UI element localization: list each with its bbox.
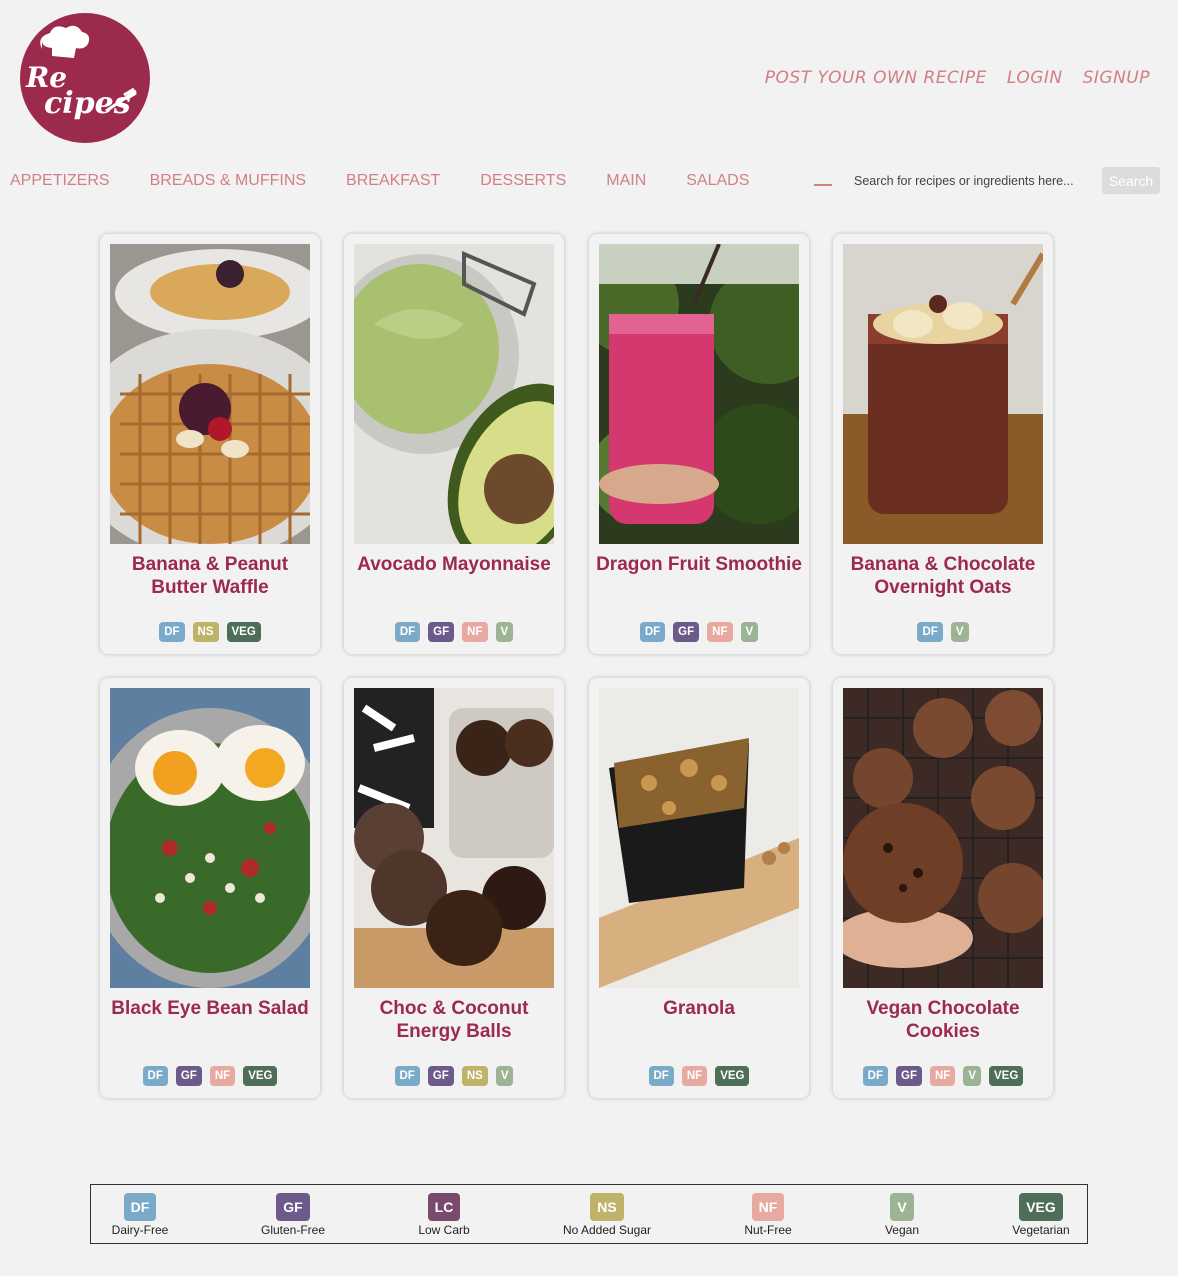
tag-ns: NS xyxy=(192,622,219,642)
tag-gf: GF xyxy=(175,1066,202,1086)
tag-df: DF xyxy=(862,1066,889,1086)
tag-nf: NF xyxy=(930,1066,956,1086)
category-breads-muffins[interactable]: BREADS & MUFFINS xyxy=(150,172,306,190)
legend-item-df: DF Dairy-Free xyxy=(80,1193,200,1237)
tag-df: DF xyxy=(142,1066,168,1086)
legend-tag-veg: VEG xyxy=(1019,1193,1063,1221)
tag-legend: DF Dairy-Free GF Gluten-Free LC Low Carb… xyxy=(90,1184,1088,1244)
recipe-photo-energy-balls[interactable] xyxy=(354,688,554,988)
category-desserts[interactable]: DESSERTS xyxy=(480,172,566,190)
chef-hat-logo-icon: Re cipes xyxy=(25,25,137,121)
tag-veg: VEG xyxy=(243,1066,278,1086)
recipe-title[interactable]: Banana & Chocolate Overnight Oats xyxy=(839,553,1047,599)
recipe-tags: DF GF NS V xyxy=(344,1066,564,1086)
recipe-card[interactable]: Banana & Chocolate Overnight Oats DF V xyxy=(833,234,1053,654)
recipe-photo-oats[interactable] xyxy=(843,244,1043,544)
legend-item-v: V Vegan xyxy=(842,1193,962,1237)
recipe-photo-waffle[interactable] xyxy=(110,244,310,544)
recipe-card[interactable]: Vegan Chocolate Cookies DF GF NF V VEG xyxy=(833,678,1053,1098)
tag-df: DF xyxy=(394,622,421,642)
recipe-card[interactable]: Dragon Fruit Smoothie DF GF NF V xyxy=(589,234,809,654)
tag-v: V xyxy=(740,622,759,642)
recipe-card[interactable]: Granola DF NF VEG xyxy=(589,678,809,1098)
tag-nf: NF xyxy=(209,1066,236,1086)
account-nav: POST YOUR OWN RECIPE LOGIN SIGNUP xyxy=(765,68,1150,88)
recipe-photo-smoothie[interactable] xyxy=(599,244,799,544)
search-input[interactable] xyxy=(846,168,1094,194)
category-main[interactable]: MAIN xyxy=(606,172,646,190)
recipe-title[interactable]: Dragon Fruit Smoothie xyxy=(595,553,803,576)
legend-tag-lc: LC xyxy=(427,1193,461,1221)
signup-link[interactable]: SIGNUP xyxy=(1083,68,1150,88)
tag-df: DF xyxy=(639,622,666,642)
nav-divider xyxy=(814,184,832,186)
recipe-card[interactable]: Banana & Peanut Butter Waffle DF NS VEG xyxy=(100,234,320,654)
category-nav: APPETIZERS BREADS & MUFFINS BREAKFAST DE… xyxy=(10,172,749,190)
recipe-photo-granola[interactable] xyxy=(599,688,799,988)
tag-nf: NF xyxy=(462,622,488,642)
legend-label: Vegetarian xyxy=(1012,1223,1070,1237)
legend-label: Low Carb xyxy=(418,1223,470,1237)
recipe-tags: DF V xyxy=(833,622,1053,642)
recipe-card[interactable]: Black Eye Bean Salad DF GF NF VEG xyxy=(100,678,320,1098)
legend-item-ns: NS No Added Sugar xyxy=(547,1193,667,1237)
recipe-tags: DF NF VEG xyxy=(589,1066,809,1086)
recipe-title[interactable]: Granola xyxy=(595,997,803,1020)
legend-tag-ns: NS xyxy=(590,1193,624,1221)
legend-tag-v: V xyxy=(890,1193,914,1221)
legend-label: Vegan xyxy=(884,1223,920,1237)
legend-tag-gf: GF xyxy=(276,1193,310,1221)
legend-label: Dairy-Free xyxy=(111,1223,169,1237)
tag-df: DF xyxy=(917,622,943,642)
tag-gf: GF xyxy=(896,1066,922,1086)
legend-tag-nf: NF xyxy=(751,1193,785,1221)
recipe-tags: DF GF NF VEG xyxy=(100,1066,320,1086)
tag-gf: GF xyxy=(673,622,700,642)
tag-ns: NS xyxy=(461,1066,488,1086)
recipe-title[interactable]: Avocado Mayonnaise xyxy=(350,553,558,576)
recipe-tags: DF GF NF V xyxy=(344,622,564,642)
tag-gf: GF xyxy=(428,622,455,642)
tag-nf: NF xyxy=(681,1066,708,1086)
legend-item-veg: VEG Vegetarian xyxy=(981,1193,1101,1237)
recipe-photo-avocado[interactable] xyxy=(354,244,554,544)
legend-label: Nut-Free xyxy=(744,1223,792,1237)
category-salads[interactable]: SALADS xyxy=(686,172,749,190)
recipe-title[interactable]: Black Eye Bean Salad xyxy=(106,997,314,1020)
tag-v: V xyxy=(950,622,969,642)
recipe-title[interactable]: Banana & Peanut Butter Waffle xyxy=(106,553,314,599)
recipe-title[interactable]: Vegan Chocolate Cookies xyxy=(839,997,1047,1043)
tag-df: DF xyxy=(648,1066,674,1086)
recipe-title[interactable]: Choc & Coconut Energy Balls xyxy=(350,997,558,1043)
category-appetizers[interactable]: APPETIZERS xyxy=(10,172,110,190)
tag-nf: NF xyxy=(707,622,733,642)
legend-item-lc: LC Low Carb xyxy=(384,1193,504,1237)
legend-item-nf: NF Nut-Free xyxy=(708,1193,828,1237)
legend-label: No Added Sugar xyxy=(562,1223,652,1237)
recipe-tags: DF GF NF V xyxy=(589,622,809,642)
tag-df: DF xyxy=(159,622,185,642)
recipe-photo-salad[interactable] xyxy=(110,688,310,988)
tag-v: V xyxy=(963,1066,982,1086)
tag-v: V xyxy=(495,1066,514,1086)
login-link[interactable]: LOGIN xyxy=(1007,68,1063,88)
category-breakfast[interactable]: BREAKFAST xyxy=(346,172,440,190)
recipe-tags: DF GF NF V VEG xyxy=(833,1066,1053,1086)
tag-gf: GF xyxy=(427,1066,454,1086)
recipe-card[interactable]: Avocado Mayonnaise DF GF NF V xyxy=(344,234,564,654)
tag-v: V xyxy=(495,622,514,642)
tag-veg: VEG xyxy=(226,622,261,642)
legend-tag-df: DF xyxy=(123,1193,157,1221)
search-button[interactable]: Search xyxy=(1102,167,1160,194)
tag-veg: VEG xyxy=(989,1066,1024,1086)
recipe-photo-cookies[interactable] xyxy=(843,688,1043,988)
tag-df: DF xyxy=(394,1066,420,1086)
legend-item-gf: GF Gluten-Free xyxy=(233,1193,353,1237)
legend-label: Gluten-Free xyxy=(260,1223,326,1237)
tag-veg: VEG xyxy=(715,1066,750,1086)
site-logo[interactable]: Re cipes xyxy=(20,13,150,143)
recipe-card[interactable]: Choc & Coconut Energy Balls DF GF NS V xyxy=(344,678,564,1098)
recipe-tags: DF NS VEG xyxy=(100,622,320,642)
post-recipe-link[interactable]: POST YOUR OWN RECIPE xyxy=(765,68,987,88)
